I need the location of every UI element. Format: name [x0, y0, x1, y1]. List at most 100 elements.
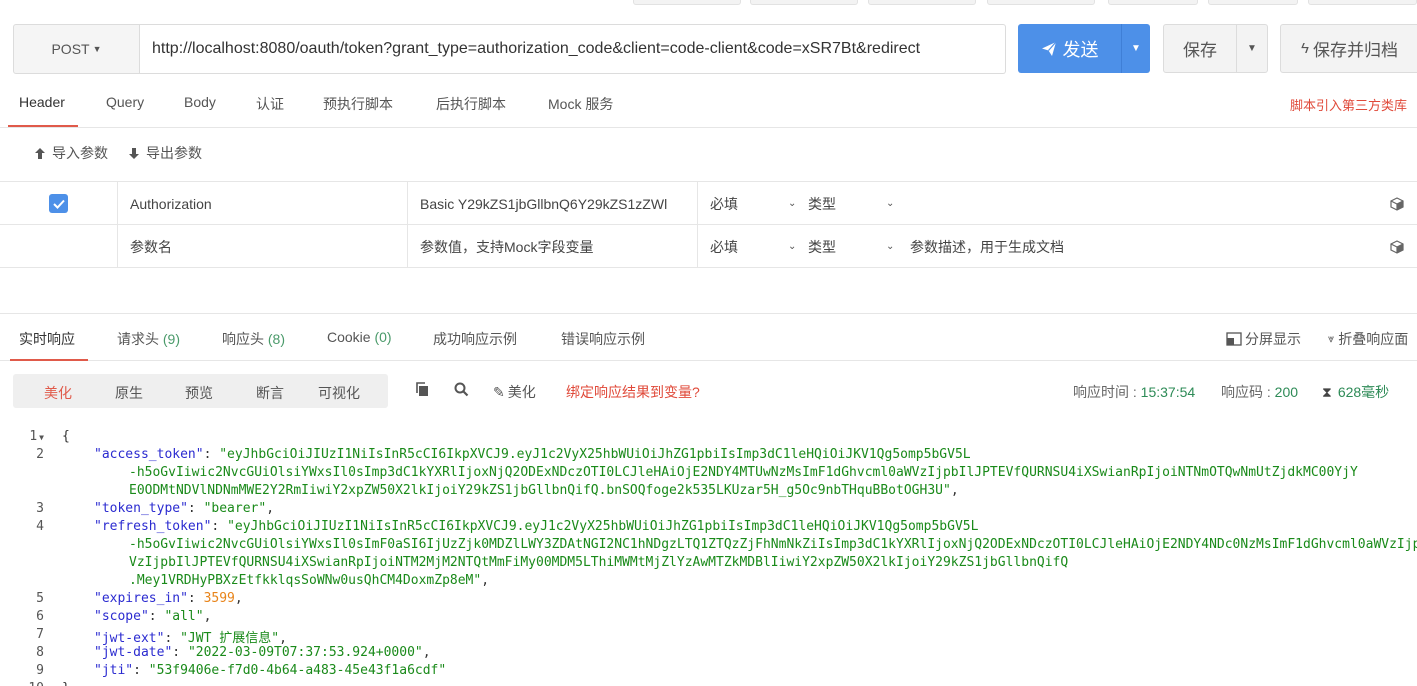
tab-mock[interactable]: Mock 服务 [548, 94, 613, 114]
send-button[interactable]: 发送 ▼ [1018, 24, 1150, 73]
toolbar-stub[interactable] [1108, 0, 1198, 5]
tab-auth[interactable]: 认证 [256, 94, 284, 114]
tab-request-headers[interactable]: 请求头 (9) [117, 329, 180, 349]
search-icon[interactable] [454, 382, 469, 397]
line-number: 6 [36, 609, 44, 624]
send-button-main[interactable]: 发送 [1018, 24, 1121, 73]
active-tab-underline [8, 125, 78, 127]
json-string: "eyJhbGciOiJIUzI1NiIsInR5cCI6IkpXVCJ9.ey… [227, 519, 979, 534]
required-select[interactable]: 必填 ⌄ [698, 182, 798, 225]
tab-body[interactable]: Body [184, 94, 216, 110]
split-view-button[interactable]: 分屏显示 [1226, 329, 1301, 349]
json-line: "token_type": "bearer", [94, 501, 275, 516]
line-number: 1 ▼ [29, 429, 44, 444]
tab-error-example[interactable]: 错误响应示例 [561, 329, 645, 349]
export-label: 导出参数 [146, 145, 202, 161]
response-code-label: 响应码 : [1221, 384, 1275, 400]
param-description-input[interactable] [910, 182, 1370, 225]
tab-label: 请求头 [117, 331, 159, 347]
table-row: Authorization Basic Y29kZS1jbGllbnQ6Y29k… [0, 182, 1417, 225]
param-value-placeholder[interactable]: 参数值，支持Mock字段变量 [408, 225, 698, 268]
url-text: http://localhost:8080/oauth/token?grant_… [152, 40, 921, 57]
save-archive-button[interactable]: ϟ 保存并归档 [1280, 24, 1417, 73]
toolbar-stub[interactable] [750, 0, 858, 5]
chevron-down-icon: ⌄ [788, 198, 797, 209]
copy-icon[interactable] [415, 382, 429, 397]
active-tab-underline [10, 359, 88, 361]
required-select[interactable]: 必填 ⌄ [698, 225, 798, 268]
script-library-link[interactable]: 脚本引入第三方类库 [1290, 95, 1407, 114]
param-key-placeholder[interactable]: 参数名 [118, 225, 408, 268]
save-dropdown-icon[interactable]: ▼ [1236, 25, 1267, 72]
toolbar-stub[interactable] [987, 0, 1095, 5]
view-assert[interactable]: 断言 [256, 383, 284, 403]
json-line: E0ODMtNDVlNDNmMWE2Y2RmIiwiY2xpZW50X2lkIj… [129, 483, 959, 498]
tab-response-headers[interactable]: 响应头 (8) [222, 329, 285, 349]
tab-cookie[interactable]: Cookie (0) [327, 329, 392, 345]
tab-label: 响应头 [222, 331, 264, 347]
save-label[interactable]: 保存 [1164, 25, 1236, 72]
toolbar-stub[interactable] [633, 0, 741, 5]
response-code: 响应码 : 200 [1221, 382, 1298, 402]
view-preview[interactable]: 预览 [185, 383, 213, 403]
toolbar-stub[interactable] [1208, 0, 1298, 5]
url-input[interactable]: http://localhost:8080/oauth/token?grant_… [140, 24, 1006, 74]
param-key-input[interactable]: Authorization [118, 182, 408, 225]
json-key: "refresh_token" [94, 519, 212, 534]
param-value-input[interactable]: Basic Y29kZS1jbGllbnQ6Y29kZS1zZWl [408, 182, 698, 225]
response-code-value: 200 [1274, 384, 1299, 400]
tab-query[interactable]: Query [106, 94, 144, 110]
required-label: 必填 [710, 238, 738, 255]
beautify-button[interactable]: ✎ 美化 [493, 382, 536, 402]
tab-pre-script[interactable]: 预执行脚本 [323, 94, 393, 114]
count-badge: (9) [162, 331, 181, 347]
toolbar-stub[interactable] [1308, 0, 1417, 5]
view-raw[interactable]: 原生 [115, 383, 143, 403]
tab-post-script[interactable]: 后执行脚本 [436, 94, 506, 114]
type-label: 类型 [808, 238, 836, 255]
split-view-label: 分屏显示 [1245, 331, 1301, 347]
tab-success-example[interactable]: 成功响应示例 [433, 329, 517, 349]
send-label: 发送 [1062, 39, 1099, 60]
request-bar: POST ▼ http://localhost:8080/oauth/token… [13, 24, 1006, 74]
view-mode-segment: 美化 原生 预览 断言 可视化 [13, 374, 388, 408]
json-line: "jwt-ext": "JWT 扩展信息", [94, 631, 287, 646]
paper-plane-icon [1041, 41, 1056, 56]
line-number: 3 [36, 501, 44, 516]
collapse-response-button[interactable]: ⩔ 折叠响应面 [1328, 329, 1408, 349]
bolt-icon: ϟ [1301, 40, 1309, 57]
beautify-label: 美化 [507, 384, 536, 400]
json-number: 3599 [203, 591, 235, 606]
cube-icon[interactable] [1390, 182, 1417, 225]
view-visualize[interactable]: 可视化 [318, 383, 360, 403]
cube-icon[interactable] [1390, 225, 1417, 268]
send-dropdown-icon[interactable]: ▼ [1121, 24, 1150, 73]
fold-caret-icon[interactable]: ▼ [39, 433, 44, 442]
json-line: "jti": "53f9406e-f7d0-4b64-a483-45e43f1a… [94, 663, 447, 678]
tab-live-response[interactable]: 实时响应 [19, 329, 75, 349]
bind-response-link[interactable]: 绑定响应结果到变量? [566, 382, 700, 402]
json-line: "access_token": "eyJhbGciOiJIUzI1NiIsInR… [94, 447, 971, 462]
import-params-button[interactable]: 导入参数 [34, 143, 108, 163]
line-number: 2 [36, 447, 44, 462]
chevron-down-icon: ⌄ [886, 198, 895, 209]
toolbar-stub[interactable] [868, 0, 976, 5]
view-beautify[interactable]: 美化 [44, 383, 72, 403]
row-checkbox[interactable] [49, 194, 68, 213]
response-time: 响应时间 : 15:37:54 [1073, 382, 1195, 402]
chevron-down-icon: ⌄ [886, 241, 895, 252]
json-key: "jwt-ext" [94, 631, 165, 646]
response-body-editor[interactable]: 1 ▼ { 2 "access_token": "eyJhbGciOiJIUzI1… [0, 428, 1417, 686]
collapse-label: 折叠响应面 [1338, 331, 1409, 347]
json-string: "all" [164, 609, 204, 624]
param-description-placeholder[interactable]: 参数描述，用于生成文档 [910, 225, 1370, 268]
save-button[interactable]: 保存 ▼ [1163, 24, 1268, 73]
tab-header[interactable]: Header [19, 94, 65, 110]
arrow-down-icon [129, 147, 139, 159]
row-checkbox-cell [0, 182, 118, 225]
duration-value: 628毫秒 [1337, 384, 1390, 400]
export-params-button[interactable]: 导出参数 [128, 143, 202, 163]
tab-label: Cookie [327, 329, 371, 345]
method-select[interactable]: POST ▼ [13, 24, 140, 74]
json-string: VzIjpbIlJPTEVfQURNSU4iXSwianRpIjoiNTM2Mj… [129, 555, 1069, 570]
